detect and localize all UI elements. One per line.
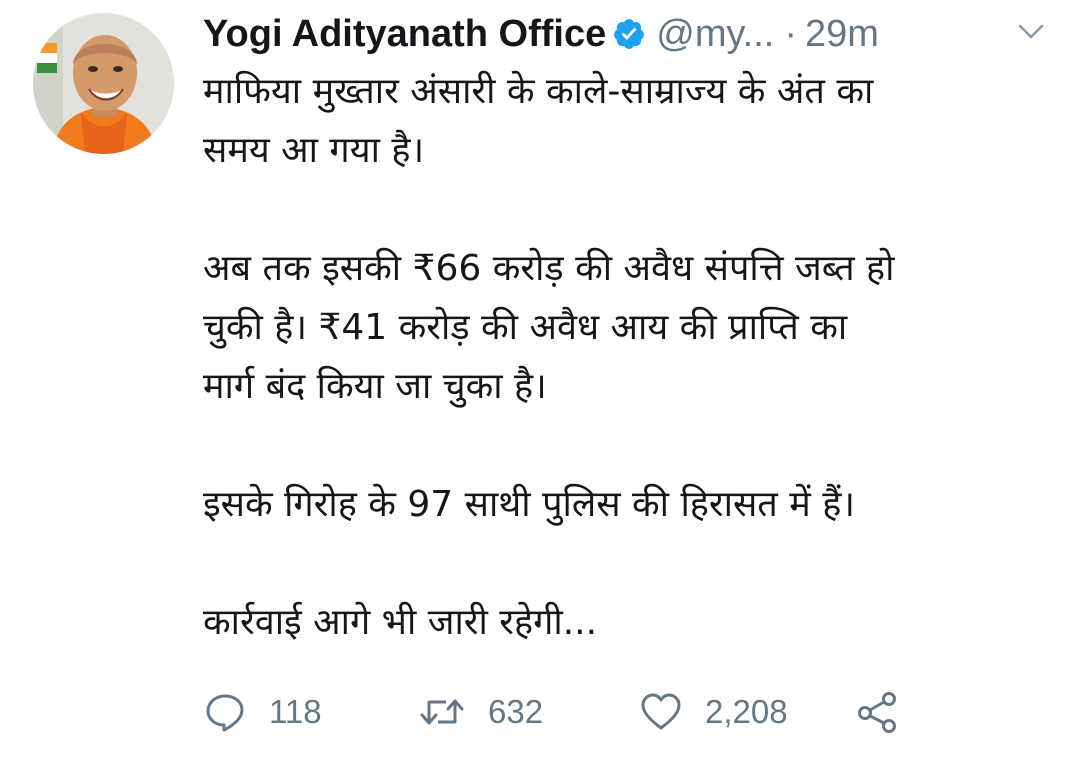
text-line: कार्रवाई आगे भी जारी रहेगी... (203, 602, 598, 643)
tweet: Yogi Adityanath Office @my... · 29m माफि… (0, 0, 1080, 757)
tweet-actions: 118 632 2,208 (203, 688, 1053, 736)
paragraph-1: माफिया मुख्तार अंसारी के काले-साम्राज्य … (203, 62, 1053, 180)
chevron-down-icon[interactable] (1017, 22, 1045, 42)
text-line: माफिया मुख्तार अंसारी के काले-साम्राज्य … (203, 71, 874, 112)
retweet-button[interactable]: 632 (418, 688, 543, 736)
verified-badge-icon (612, 17, 646, 51)
tweet-header: Yogi Adityanath Office @my... · 29m (203, 8, 1053, 60)
author-name[interactable]: Yogi Adityanath Office (203, 13, 606, 56)
text-line: अब तक इसकी ₹66 करोड़ की अवैध संपत्ति जब्… (203, 248, 895, 289)
text-line: चुकी है। ₹41 करोड़ की अवैध आय की प्राप्त… (203, 307, 848, 348)
share-button[interactable] (856, 688, 900, 736)
text-line: मार्ग बंद किया जा चुका है। (203, 366, 547, 407)
text-line: इसके गिरोह के 97 साथी पुलिस की हिरासत मे… (203, 484, 855, 525)
heart-icon (641, 693, 681, 730)
retweet-icon (420, 699, 464, 725)
paragraph-3: इसके गिरोह के 97 साथी पुलिस की हिरासत मे… (203, 475, 1053, 534)
retweet-count: 632 (488, 693, 544, 730)
avatar-photo (33, 13, 174, 154)
author-avatar[interactable] (33, 13, 174, 154)
reply-icon (206, 694, 244, 732)
like-count: 2,208 (705, 693, 788, 730)
tweet-timestamp[interactable]: 29m (805, 13, 879, 56)
text-line: समय आ गया है। (203, 130, 425, 171)
tweet-text: माफिया मुख्तार अंसारी के काले-साम्राज्य … (203, 62, 1053, 652)
share-icon (858, 692, 896, 733)
like-button[interactable]: 2,208 (639, 688, 788, 736)
paragraph-2: अब तक इसकी ₹66 करोड़ की अवैध संपत्ति जब्… (203, 239, 1053, 416)
header-separator: · (784, 12, 797, 55)
reply-button[interactable]: 118 (203, 688, 322, 736)
paragraph-4: कार्रवाई आगे भी जारी रहेगी... (203, 593, 1053, 652)
author-handle[interactable]: @my... (656, 13, 774, 56)
reply-count: 118 (269, 693, 322, 730)
